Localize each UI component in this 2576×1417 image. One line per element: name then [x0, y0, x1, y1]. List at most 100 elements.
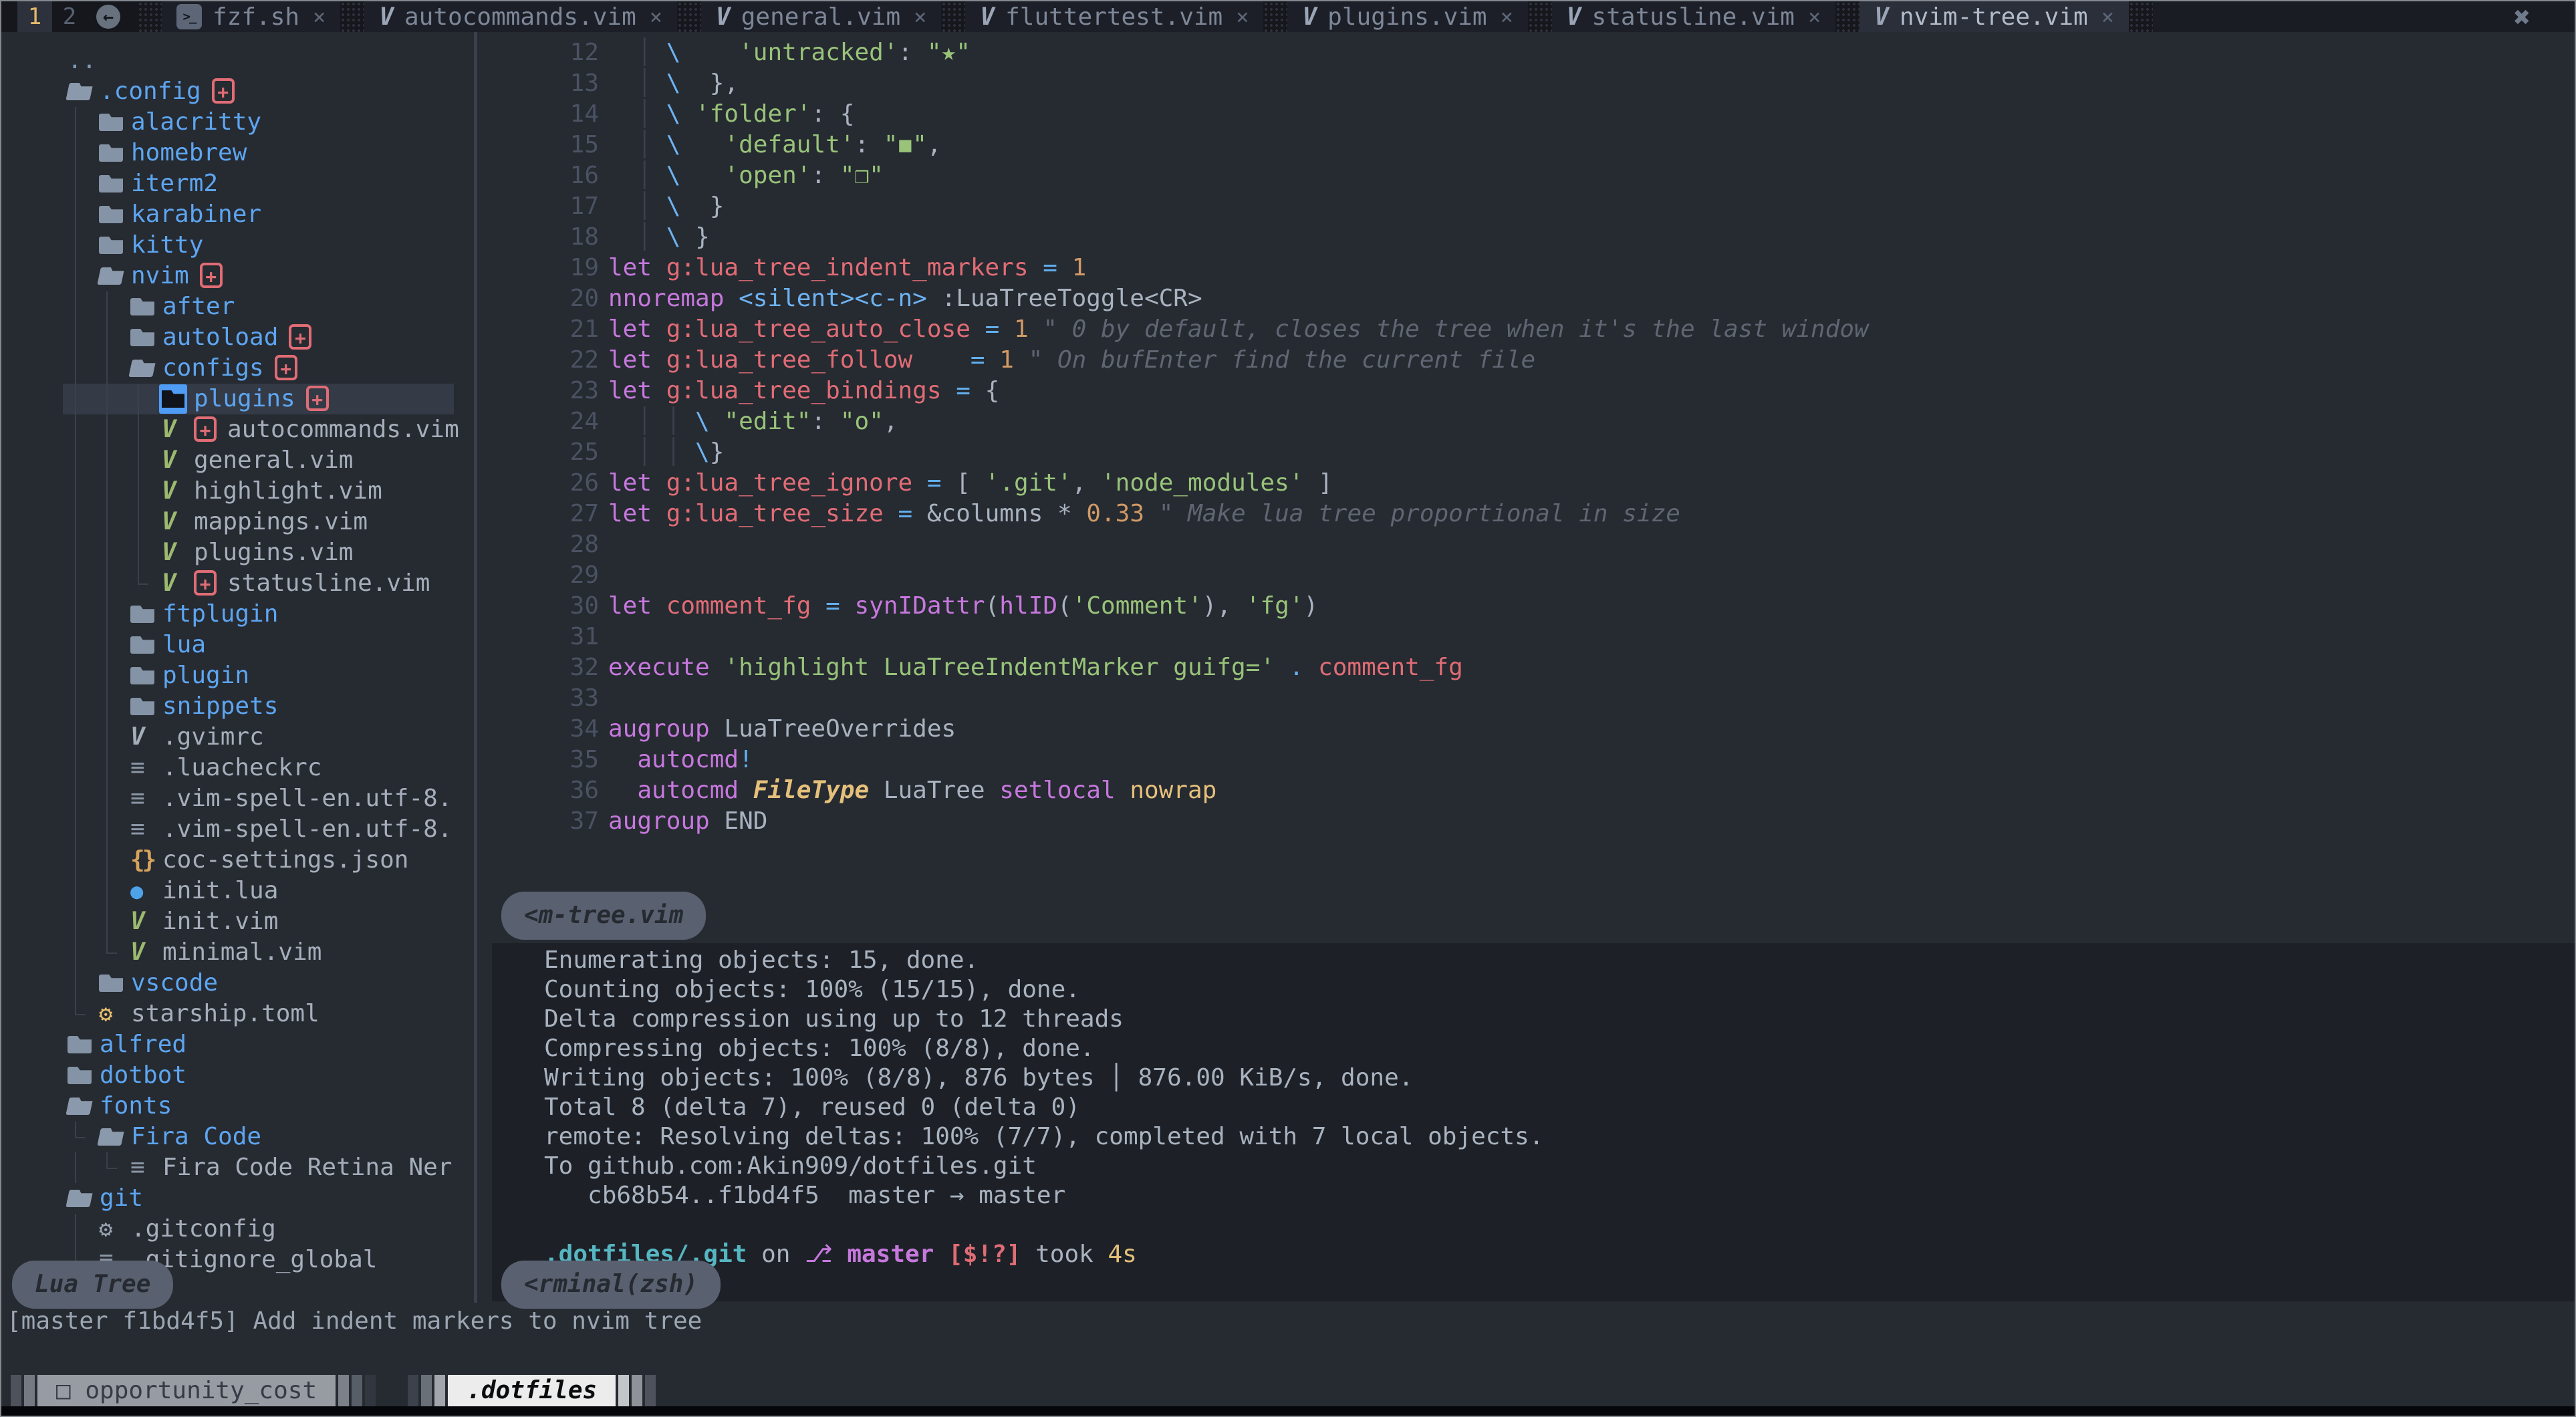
- tree-guide: [68, 107, 99, 138]
- tree-item-kitty[interactable]: kitty: [1, 230, 474, 261]
- tree-guide: [68, 138, 99, 168]
- tree-guide: [99, 814, 130, 845]
- tree-item-mappings.vim[interactable]: Vmappings.vim: [1, 507, 474, 537]
- terminal-line: To github.com:Akin909/dotfiles.git: [544, 1152, 2575, 1181]
- tree-item-highlight.vim[interactable]: Vhighlight.vim: [1, 476, 474, 507]
- tmux-window-number-active[interactable]: 1: [17, 1, 52, 32]
- tree-item-homebrew[interactable]: homebrew: [1, 138, 474, 168]
- tree-item-nvim[interactable]: nvim+: [1, 261, 474, 291]
- tree-item-.gvimrc[interactable]: V.gvimrc: [1, 722, 474, 753]
- tab-separator: [138, 1, 162, 32]
- git-modified-badge: +: [200, 263, 223, 288]
- window-separator[interactable]: [474, 32, 477, 1303]
- tmux-fade-block: [11, 1375, 21, 1407]
- tree-guide: [99, 722, 130, 753]
- vim-file-icon: V: [162, 537, 194, 568]
- tree-item-alacritty[interactable]: alacritty: [1, 107, 474, 138]
- tab-close-icon[interactable]: ×: [2101, 4, 2114, 29]
- tree-item-ftplugin[interactable]: ftplugin: [1, 599, 474, 630]
- tree-guide: [68, 814, 99, 845]
- tmux-window--dotfiles[interactable]: .dotfiles: [408, 1375, 658, 1407]
- tree-item-after[interactable]: after: [1, 291, 474, 322]
- tab-close-icon[interactable]: ×: [1501, 4, 1513, 29]
- vim-icon: V: [1567, 3, 1581, 31]
- open-folder-icon: [99, 1122, 131, 1154]
- tab-separator: [941, 1, 965, 32]
- tmux-window-label[interactable]: □ opportunity_cost: [37, 1375, 336, 1407]
- folder-icon: [99, 199, 131, 231]
- tree-item-.gitconfig[interactable]: ⚙.gitconfig: [1, 1214, 474, 1245]
- code-line: 35 autocmd!: [492, 745, 2575, 775]
- tree-item-.luacheckrc[interactable]: ≡.luacheckrc: [1, 753, 474, 783]
- tree-guide: [68, 537, 99, 568]
- tree-item-iterm2[interactable]: iterm2: [1, 168, 474, 199]
- tree-item-..[interactable]: ..: [1, 45, 474, 76]
- code-token: [1057, 254, 1072, 281]
- tab-close-icon[interactable]: ×: [1808, 4, 1821, 29]
- tree-item-init.lua[interactable]: ●init.lua: [1, 876, 474, 906]
- tree-item-lua[interactable]: lua: [1, 630, 474, 660]
- tree-item-snippets[interactable]: snippets: [1, 691, 474, 722]
- code-token: [652, 592, 666, 620]
- tree-item-.vim-spell-en.utf-8.[interactable]: ≡.vim-spell-en.utf-8.: [1, 814, 474, 845]
- code-token: 1: [1072, 254, 1087, 281]
- tree-item-Fira Code Retina Ner[interactable]: ≡Fira Code Retina Ner: [1, 1152, 474, 1183]
- tab-fluttertest.vim[interactable]: Vfluttertest.vim×: [965, 1, 1263, 32]
- vim-icon: V: [379, 3, 394, 31]
- tab-general.vim[interactable]: Vgeneral.vim×: [701, 1, 941, 32]
- code-token: [934, 1241, 948, 1268]
- tree-item-autocommands.vim[interactable]: V+autocommands.vim: [1, 414, 474, 445]
- code-token: \: [695, 438, 710, 466]
- tree-item-karabiner[interactable]: karabiner: [1, 199, 474, 230]
- tab-fzf.sh[interactable]: >_fzf.sh×: [162, 1, 340, 32]
- tab-close-icon[interactable]: ×: [313, 4, 326, 29]
- tree-guide: [99, 783, 130, 814]
- code-token: ,: [884, 408, 898, 435]
- tree-item-Fira Code[interactable]: Fira Code: [1, 1122, 474, 1152]
- tree-item-label: .vim-spell-en.utf-8.: [162, 815, 452, 843]
- code-token: [985, 346, 1000, 374]
- tree-item-starship.toml[interactable]: ⚙starship.toml: [1, 999, 474, 1029]
- code-token: [1303, 654, 1318, 681]
- tree-item-general.vim[interactable]: Vgeneral.vim: [1, 445, 474, 476]
- tmux-window-number-2[interactable]: 2: [52, 1, 87, 32]
- tmux-fade-block: [421, 1375, 432, 1407]
- tree-item-fonts[interactable]: fonts: [1, 1091, 474, 1122]
- tab-label: plugins.vim: [1327, 3, 1487, 31]
- tree-item-label: ..: [68, 47, 96, 74]
- code-token: [971, 315, 985, 343]
- tree-item-plugin[interactable]: plugin: [1, 660, 474, 691]
- tree-item-dotbot[interactable]: dotbot: [1, 1060, 474, 1091]
- tab-statusline.vim[interactable]: Vstatusline.vim×: [1552, 1, 1835, 32]
- tree-item-.config[interactable]: .config+: [1, 76, 474, 107]
- tree-item-init.vim[interactable]: Vinit.vim: [1, 906, 474, 937]
- tree-item-configs[interactable]: configs+: [1, 353, 474, 384]
- tab-close-icon[interactable]: ×: [1236, 4, 1249, 29]
- tree-item-statusline.vim[interactable]: V+statusline.vim: [1, 568, 474, 599]
- gear-icon: ⚙: [99, 1214, 131, 1245]
- tree-guide: [68, 691, 99, 722]
- tree-item-plugins.vim[interactable]: Vplugins.vim: [1, 537, 474, 568]
- back-arrow-icon[interactable]: ←: [96, 5, 120, 29]
- terminal-pane[interactable]: Enumerating objects: 15, done.Counting o…: [492, 943, 2575, 1301]
- nvim-tree-panel[interactable]: ...config+alacrittyhomebrewiterm2karabin…: [1, 32, 474, 1303]
- tmux-window-label[interactable]: .dotfiles: [448, 1375, 616, 1407]
- tree-item-.vim-spell-en.utf-8.[interactable]: ≡.vim-spell-en.utf-8.: [1, 783, 474, 814]
- tree-item-coc-settings.json[interactable]: {}coc-settings.json: [1, 845, 474, 876]
- tab-nvim-tree.vim[interactable]: Vnvim-tree.vim×: [1859, 1, 2129, 32]
- tree-item-alfred[interactable]: alfred: [1, 1029, 474, 1060]
- tree-item-vscode[interactable]: vscode: [1, 968, 474, 999]
- code-token: {: [971, 377, 999, 404]
- tab-plugins.vim[interactable]: Vplugins.vim×: [1287, 1, 1527, 32]
- tree-item-autoload[interactable]: autoload+: [1, 322, 474, 353]
- tree-item-git[interactable]: git: [1, 1183, 474, 1214]
- tab-autocommands.vim[interactable]: Vautocommands.vim×: [364, 1, 677, 32]
- tree-item-plugins[interactable]: plugins+: [1, 384, 474, 414]
- tab-close-icon[interactable]: ×: [914, 4, 926, 29]
- close-all-icon[interactable]: ✖: [2514, 1, 2531, 33]
- tab-close-icon[interactable]: ×: [650, 4, 662, 29]
- tree-item-minimal.vim[interactable]: Vminimal.vim: [1, 937, 474, 968]
- tmux-window--opportunity-cost[interactable]: □ opportunity_cost: [11, 1375, 378, 1407]
- code-token: g:lua_tree_indent_markers: [666, 254, 1029, 281]
- editor-pane[interactable]: 12 │ \ 'untracked': "★"13 │ \ },14 │ \ '…: [492, 32, 2575, 943]
